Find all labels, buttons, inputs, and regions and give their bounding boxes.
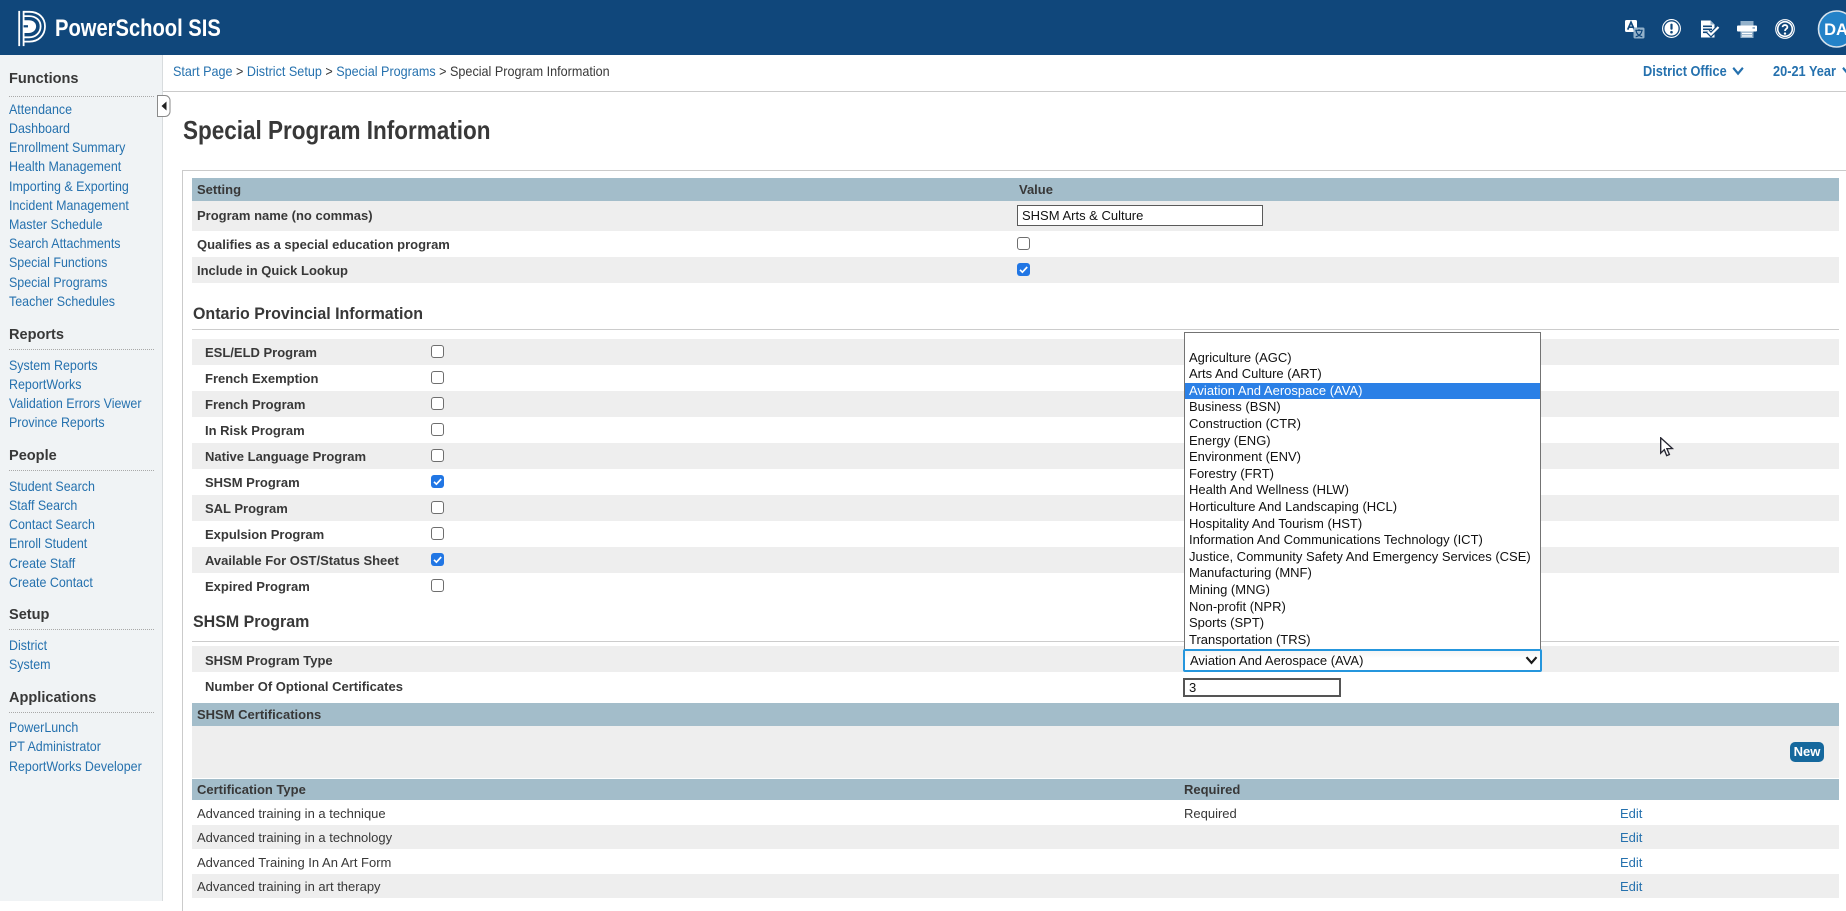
svg-text:DA: DA <box>1824 21 1846 39</box>
